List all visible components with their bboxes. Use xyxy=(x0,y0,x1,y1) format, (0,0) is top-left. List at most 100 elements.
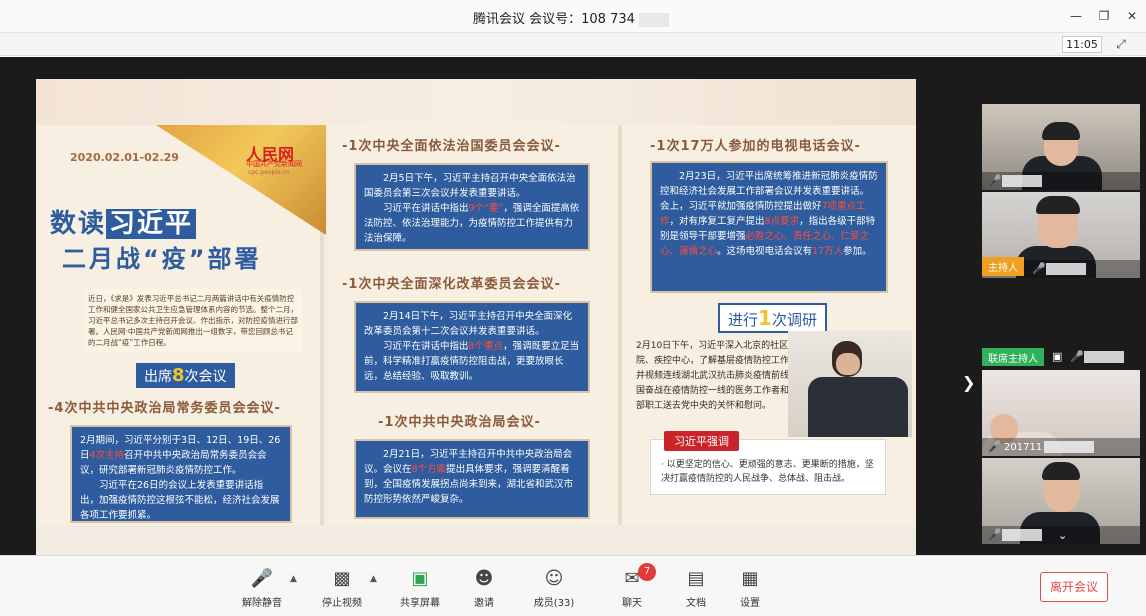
close-icon[interactable]: ✕ xyxy=(1120,6,1144,26)
box-highlight: 9个“要” xyxy=(468,203,504,214)
cohost-badge: 联席主持人 xyxy=(982,348,1044,366)
emphasis-tag: 习近平强调 xyxy=(664,431,739,451)
research-number: 1 xyxy=(758,306,772,330)
box-paragraph: 2月21日，习近平主持召开中共中央政治局会议。会议在8个方面提出具体要求，强调要… xyxy=(364,447,580,507)
members-icon: ☺ xyxy=(544,568,564,589)
title-bar: 腾讯会议 会议号：108 734 — ❐ ✕ xyxy=(0,0,1146,33)
box-text: 习近平在讲话中指出 xyxy=(383,203,469,214)
box-highlight: 8个方面 xyxy=(411,464,447,475)
share-screen-button[interactable]: ▣ 共享屏幕 xyxy=(388,566,452,609)
meetings-count-pill: 出席8次会议 xyxy=(136,363,235,388)
slide-bottom-band xyxy=(36,527,916,555)
participant-tile-4[interactable]: 🎤 201711 xyxy=(982,370,1140,456)
members-label: 成员(33) xyxy=(533,598,575,609)
participant-tile-2[interactable]: 主持人 🎤 xyxy=(982,192,1140,278)
chat-unread-badge: 7 xyxy=(638,563,656,581)
invite-button[interactable]: ☻ 邀请 xyxy=(452,566,516,609)
mic-muted-icon: 🎤 xyxy=(250,568,274,589)
box-paragraph: 习近平在26日的会议上发表重要讲话指出，加强疫情防控这根弦不能松，经济社会发展各… xyxy=(80,480,280,521)
box-highlight: 8个重点 xyxy=(468,341,504,352)
slide-date: 2020.02.01-02.29 xyxy=(70,151,179,164)
screen-share-icon: ▣ xyxy=(1052,350,1063,363)
add-user-icon: ☻ xyxy=(474,568,494,589)
intro-paragraph: 近日，《求是》发表习近平总书记二月两篇讲话中有关疫情防控工作和健全国家公共卫生应… xyxy=(84,289,302,352)
restore-icon[interactable]: ❐ xyxy=(1092,6,1116,26)
slide-top-band xyxy=(36,79,916,125)
info-box-politburo-standing: 2月期间，习近平分别于3日、12日、19日、26日4次主持召开中共中央政治局常务… xyxy=(70,425,292,523)
section-title-law: -1次中央全面依法治国委员会会议- xyxy=(342,139,561,154)
info-bar: 11:05 ⤢ xyxy=(0,33,1146,56)
box-paragraph: 习近平在讲话中指出8个重点，强调既要立足当前，科学精准打赢疫情防控阻击战，更要放… xyxy=(364,339,580,384)
participant-name-mask xyxy=(1002,175,1042,187)
settings-button[interactable]: ▦ 设置 xyxy=(718,566,782,609)
host-badge: 主持人 xyxy=(982,257,1024,276)
photo-person-face xyxy=(836,353,860,375)
info-box-tv-conference: 2月23日，习近平出席统筹推进新冠肺炎疫情防控和经济社会发展工作部署会议并发表重… xyxy=(650,161,888,293)
info-box-law: 2月5日下午，习近平主持召开中央全面依法治国委员会第三次会议并发表重要讲话。 习… xyxy=(354,163,590,251)
box-text: ，对有序复工复产提出 xyxy=(669,216,765,227)
person-hair xyxy=(1042,462,1080,480)
participant-name-mask xyxy=(1044,441,1094,453)
leave-meeting-button[interactable]: 离开会议 xyxy=(1040,572,1108,602)
box-text: 。这场电视电话会议有 xyxy=(717,246,813,257)
stop-video-button[interactable]: ▩ 停止视频 xyxy=(310,566,374,609)
box-paragraph: 2月14日下午，习近平主持召开中央全面深化改革委员会第十二次会议并发表重要讲话。 xyxy=(364,311,573,337)
minimize-icon[interactable]: — xyxy=(1064,6,1088,26)
box-highlight: 8点要求 xyxy=(764,216,800,227)
box-paragraph: 2月5日下午，习近平主持召开中央全面依法治国委员会第三次会议并发表重要讲话。 xyxy=(364,173,576,199)
meeting-number-mask xyxy=(638,12,669,27)
video-options-caret-icon[interactable]: ▲ xyxy=(370,574,377,584)
mic-muted-icon: 🎤 xyxy=(1070,350,1084,363)
box-paragraph: 2月23日，习近平出席统筹推进新冠肺炎疫情防控和经济社会发展工作部署会议并发表重… xyxy=(660,169,878,259)
pill-text: 出席 xyxy=(144,369,172,385)
section-title-tv-conference: -1次17万人参加的电视电话会议- xyxy=(650,139,861,154)
meeting-clock: 11:05 xyxy=(1062,36,1102,53)
box-highlight: 4次主持 xyxy=(89,450,125,461)
unmute-button[interactable]: 🎤 解除静音 xyxy=(230,566,294,609)
participant-tile-1[interactable]: 🎤 xyxy=(982,104,1140,190)
audio-options-caret-icon[interactable]: ▲ xyxy=(290,574,297,584)
participant-name-mask xyxy=(1084,351,1124,363)
box-paragraph: 2月期间，习近平分别于3日、12日、19日、26日4次主持召开中共中央政治局常务… xyxy=(80,433,282,478)
meeting-toolbar: 🎤 解除静音 ▲ ▩ 停止视频 ▲ ▣ 共享屏幕 ☻ 邀请 ☺ 成员(33) ✉… xyxy=(0,555,1146,616)
fullscreen-icon[interactable]: ⤢ xyxy=(1112,36,1130,53)
mic-muted-icon: 🎤 xyxy=(988,528,1002,541)
research-text: 进行 xyxy=(728,311,759,329)
members-button[interactable]: ☺ 成员(33) xyxy=(522,566,586,609)
share-screen-icon: ▣ xyxy=(411,568,429,589)
photo-person-body xyxy=(808,377,908,437)
chevron-down-icon[interactable]: ⌄ xyxy=(1058,529,1067,542)
box-paragraph: 习近平在讲话中指出9个“要”，强调全面提高依法防控、依法治理能力，为疫情防控工作… xyxy=(364,201,580,246)
video-camera-icon: ▩ xyxy=(333,568,351,589)
chevron-right-icon[interactable]: ❯ xyxy=(962,373,975,392)
box-highlight: 17万人 xyxy=(812,246,844,257)
headline-line-1: 数读 习近平 xyxy=(50,203,197,240)
chat-label: 聊天 xyxy=(622,598,642,609)
participant-tile-5[interactable]: 🎤 ⌄ xyxy=(982,458,1140,544)
participant-sidebar: 🎤 主持人 🎤 联席主持人 ▣ 🎤 🎤 201711 🎤 ⌄ xyxy=(982,104,1140,550)
research-count-label: 进行1次调研 xyxy=(718,303,827,333)
window-title: 腾讯会议 会议号：108 734 xyxy=(473,8,669,27)
participant-name-mask xyxy=(1002,529,1042,541)
logo-url: cpc.people.cn xyxy=(248,169,290,176)
research-text: 次调研 xyxy=(771,311,817,329)
box-text: 习近平在讲话中指出 xyxy=(383,341,469,352)
cohost-label-row: 联席主持人 ▣ 🎤 xyxy=(982,348,1140,366)
settings-grid-icon: ▦ xyxy=(741,568,759,589)
person-hair xyxy=(1036,196,1080,214)
headline-line-2: 二月战“疫”部署 xyxy=(62,245,262,273)
pill-number: 8 xyxy=(172,365,185,386)
mic-muted-icon: 🎤 xyxy=(988,440,1002,453)
settings-label: 设置 xyxy=(740,598,760,609)
info-box-reform: 2月14日下午，习近平主持召开中央全面深化改革委员会第十二次会议并发表重要讲话。… xyxy=(354,301,590,393)
box-text: 参加。 xyxy=(843,246,872,257)
headline-name: 习近平 xyxy=(106,209,197,239)
stop-video-label: 停止视频 xyxy=(322,598,362,609)
invite-label: 邀请 xyxy=(474,598,494,609)
shared-slide: 2020.02.01-02.29 人民网 中国共产党新闻网 cpc.people… xyxy=(36,79,916,555)
participant-name: 201711 xyxy=(1004,442,1043,453)
pill-text: 次会议 xyxy=(184,369,227,385)
mic-muted-icon: 🎤 xyxy=(1032,262,1046,275)
logo-subtitle: 中国共产党新闻网 xyxy=(246,160,302,168)
section-title-reform: -1次中央全面深化改革委员会会议- xyxy=(342,277,561,292)
